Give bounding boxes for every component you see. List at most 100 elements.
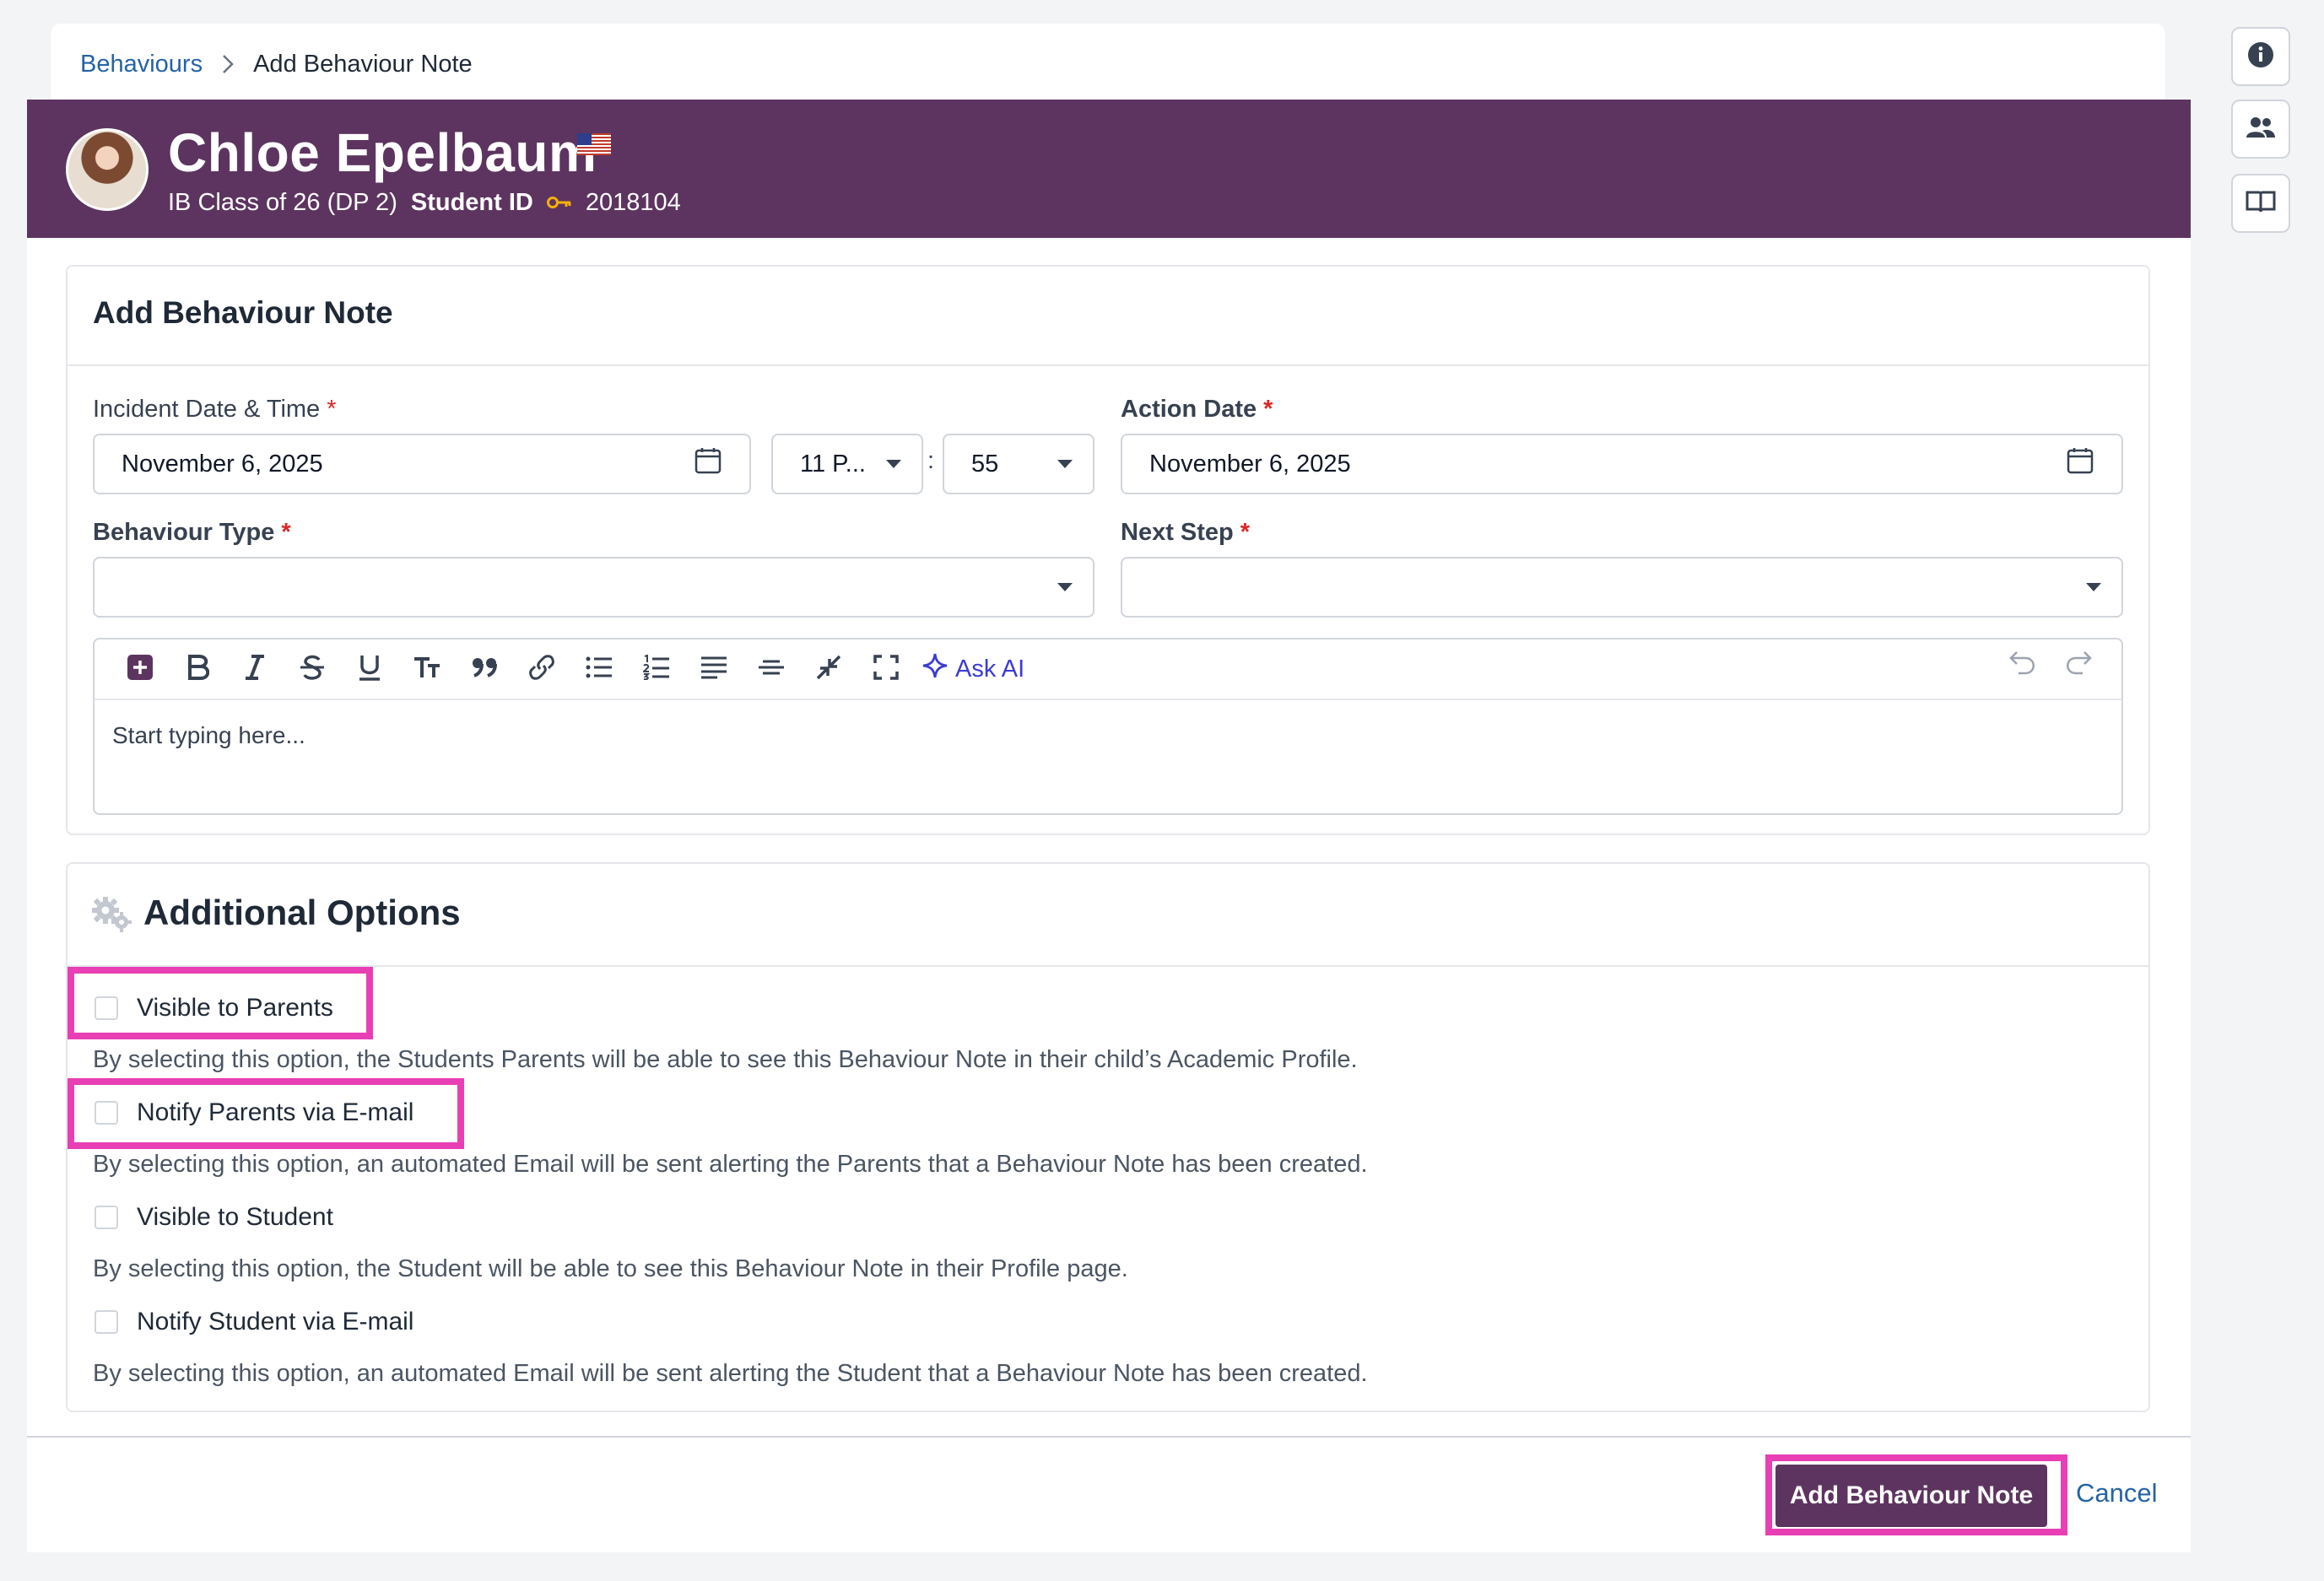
chevron-down-icon [886,460,901,468]
quote-icon [471,656,498,683]
notify-student-label: Notify Student via E-mail [137,1308,414,1335]
calendar-icon[interactable] [2066,446,2094,482]
collapse-button[interactable] [800,644,857,694]
sparkle-icon [921,652,949,686]
required-mark: * [281,519,291,546]
incident-date-label-text: Incident Date & Time [93,396,321,423]
action-date-value: November 6, 2025 [1149,450,1351,478]
strikethrough-icon [300,654,325,685]
form-divider [68,364,2148,366]
notify-parents-checkbox[interactable] [95,1101,118,1125]
add-behaviour-note-button[interactable]: Add Behaviour Note [1775,1465,2047,1527]
people-icon [2246,115,2276,144]
horizontal-rule-icon [758,659,785,680]
student-id-value: 2018104 [585,189,681,216]
link-button[interactable] [513,644,570,694]
options-divider [68,965,2148,967]
chevron-down-icon [2086,583,2101,591]
font-size-icon [413,655,441,684]
numbered-list-button[interactable] [628,644,685,694]
next-step-label-text: Next Step [1121,519,1234,546]
notify-parents-option[interactable]: Notify Parents via E-mail [95,1098,413,1127]
visible-to-student-help: By selecting this option, the Student wi… [93,1255,1128,1282]
additional-options-title: Additional Options [143,893,461,932]
bold-button[interactable] [169,644,226,694]
minute-value: 55 [971,450,999,478]
collapse-arrows-icon [815,654,842,685]
required-mark: * [1240,519,1251,546]
incident-date-input[interactable]: November 6, 2025 [93,434,751,494]
notify-student-help: By selecting this option, an automated E… [93,1360,1368,1387]
next-step-label: Next Step * [1121,515,1250,549]
student-class: IB Class of 26 (DP 2) [168,189,397,216]
student-subtitle: IB Class of 26 (DP 2) Student ID 2018104 [168,186,681,219]
align-button[interactable] [685,644,743,694]
chevron-down-icon [1057,583,1073,591]
behaviour-type-label-text: Behaviour Type [93,519,275,546]
notify-student-checkbox[interactable] [95,1310,118,1334]
people-button[interactable] [2231,100,2290,159]
insert-button[interactable] [111,644,169,694]
calendar-icon[interactable] [694,446,722,482]
italic-icon [243,654,267,685]
fullscreen-button[interactable] [857,644,915,694]
student-avatar[interactable] [66,128,149,211]
horizontal-rule-button[interactable] [743,644,800,694]
gear-icon [91,896,133,937]
breadcrumb-behaviours-link[interactable]: Behaviours [80,51,203,78]
underline-button[interactable] [341,644,398,694]
student-name: Chloe Epelbaum [168,122,597,183]
redo-icon[interactable] [2066,650,2093,679]
notify-parents-help: By selecting this option, an automated E… [93,1151,1368,1178]
numbered-list-icon [641,654,670,684]
hour-select[interactable]: 11 P... [771,434,923,494]
next-step-select[interactable] [1121,557,2123,618]
bold-icon [186,654,210,685]
time-separator: : [927,447,935,474]
plus-square-icon [127,654,154,685]
incident-date-label: Incident Date & Time * [93,392,336,426]
info-button[interactable] [2231,27,2290,86]
editor-body[interactable]: Start typing here... [112,722,305,749]
strikethrough-button[interactable] [284,644,341,694]
action-date-label: Action Date * [1121,392,1273,426]
visible-to-parents-checkbox[interactable] [95,996,118,1020]
undo-icon[interactable] [2008,650,2035,679]
form-title: Add Behaviour Note [93,295,393,330]
visible-to-student-option[interactable]: Visible to Student [95,1203,333,1232]
student-id-label: Student ID [410,189,533,216]
align-left-icon [700,656,727,683]
ask-ai-label: Ask AI [955,655,1025,683]
behaviour-type-label: Behaviour Type * [93,515,291,549]
font-size-button[interactable] [398,644,456,694]
book-icon [2246,189,2276,219]
key-icon [546,195,572,210]
required-mark: * [327,396,337,423]
action-date-input[interactable]: November 6, 2025 [1121,434,2123,494]
action-date-label-text: Action Date [1121,396,1257,423]
breadcrumb-current: Add Behaviour Note [253,50,473,78]
ask-ai-button[interactable]: Ask AI [921,652,1024,686]
breadcrumb: Behaviours Add Behaviour Note [80,47,473,81]
behaviour-type-select[interactable] [93,557,1094,618]
minute-select[interactable]: 55 [943,434,1094,494]
bullet-list-icon [586,656,613,683]
undo-redo-group [2008,650,2093,679]
visible-to-student-checkbox[interactable] [95,1206,118,1229]
cancel-link[interactable]: Cancel [2076,1478,2158,1508]
visible-to-student-label: Visible to Student [137,1203,333,1231]
chevron-right-icon [221,53,235,75]
underline-icon [358,654,381,685]
notify-parents-label: Notify Parents via E-mail [137,1098,414,1126]
editor-toolbar: Ask AI [95,639,2121,700]
incident-date-value: November 6, 2025 [122,450,323,478]
hour-value: 11 P... [800,450,866,478]
visible-to-parents-help: By selecting this option, the Students P… [93,1046,1358,1073]
notify-student-option[interactable]: Notify Student via E-mail [95,1308,413,1336]
quote-button[interactable] [456,644,513,694]
us-flag-icon [577,133,611,155]
italic-button[interactable] [226,644,284,694]
bullet-list-button[interactable] [570,644,628,694]
book-button[interactable] [2231,174,2290,233]
visible-to-parents-option[interactable]: Visible to Parents [95,994,333,1023]
